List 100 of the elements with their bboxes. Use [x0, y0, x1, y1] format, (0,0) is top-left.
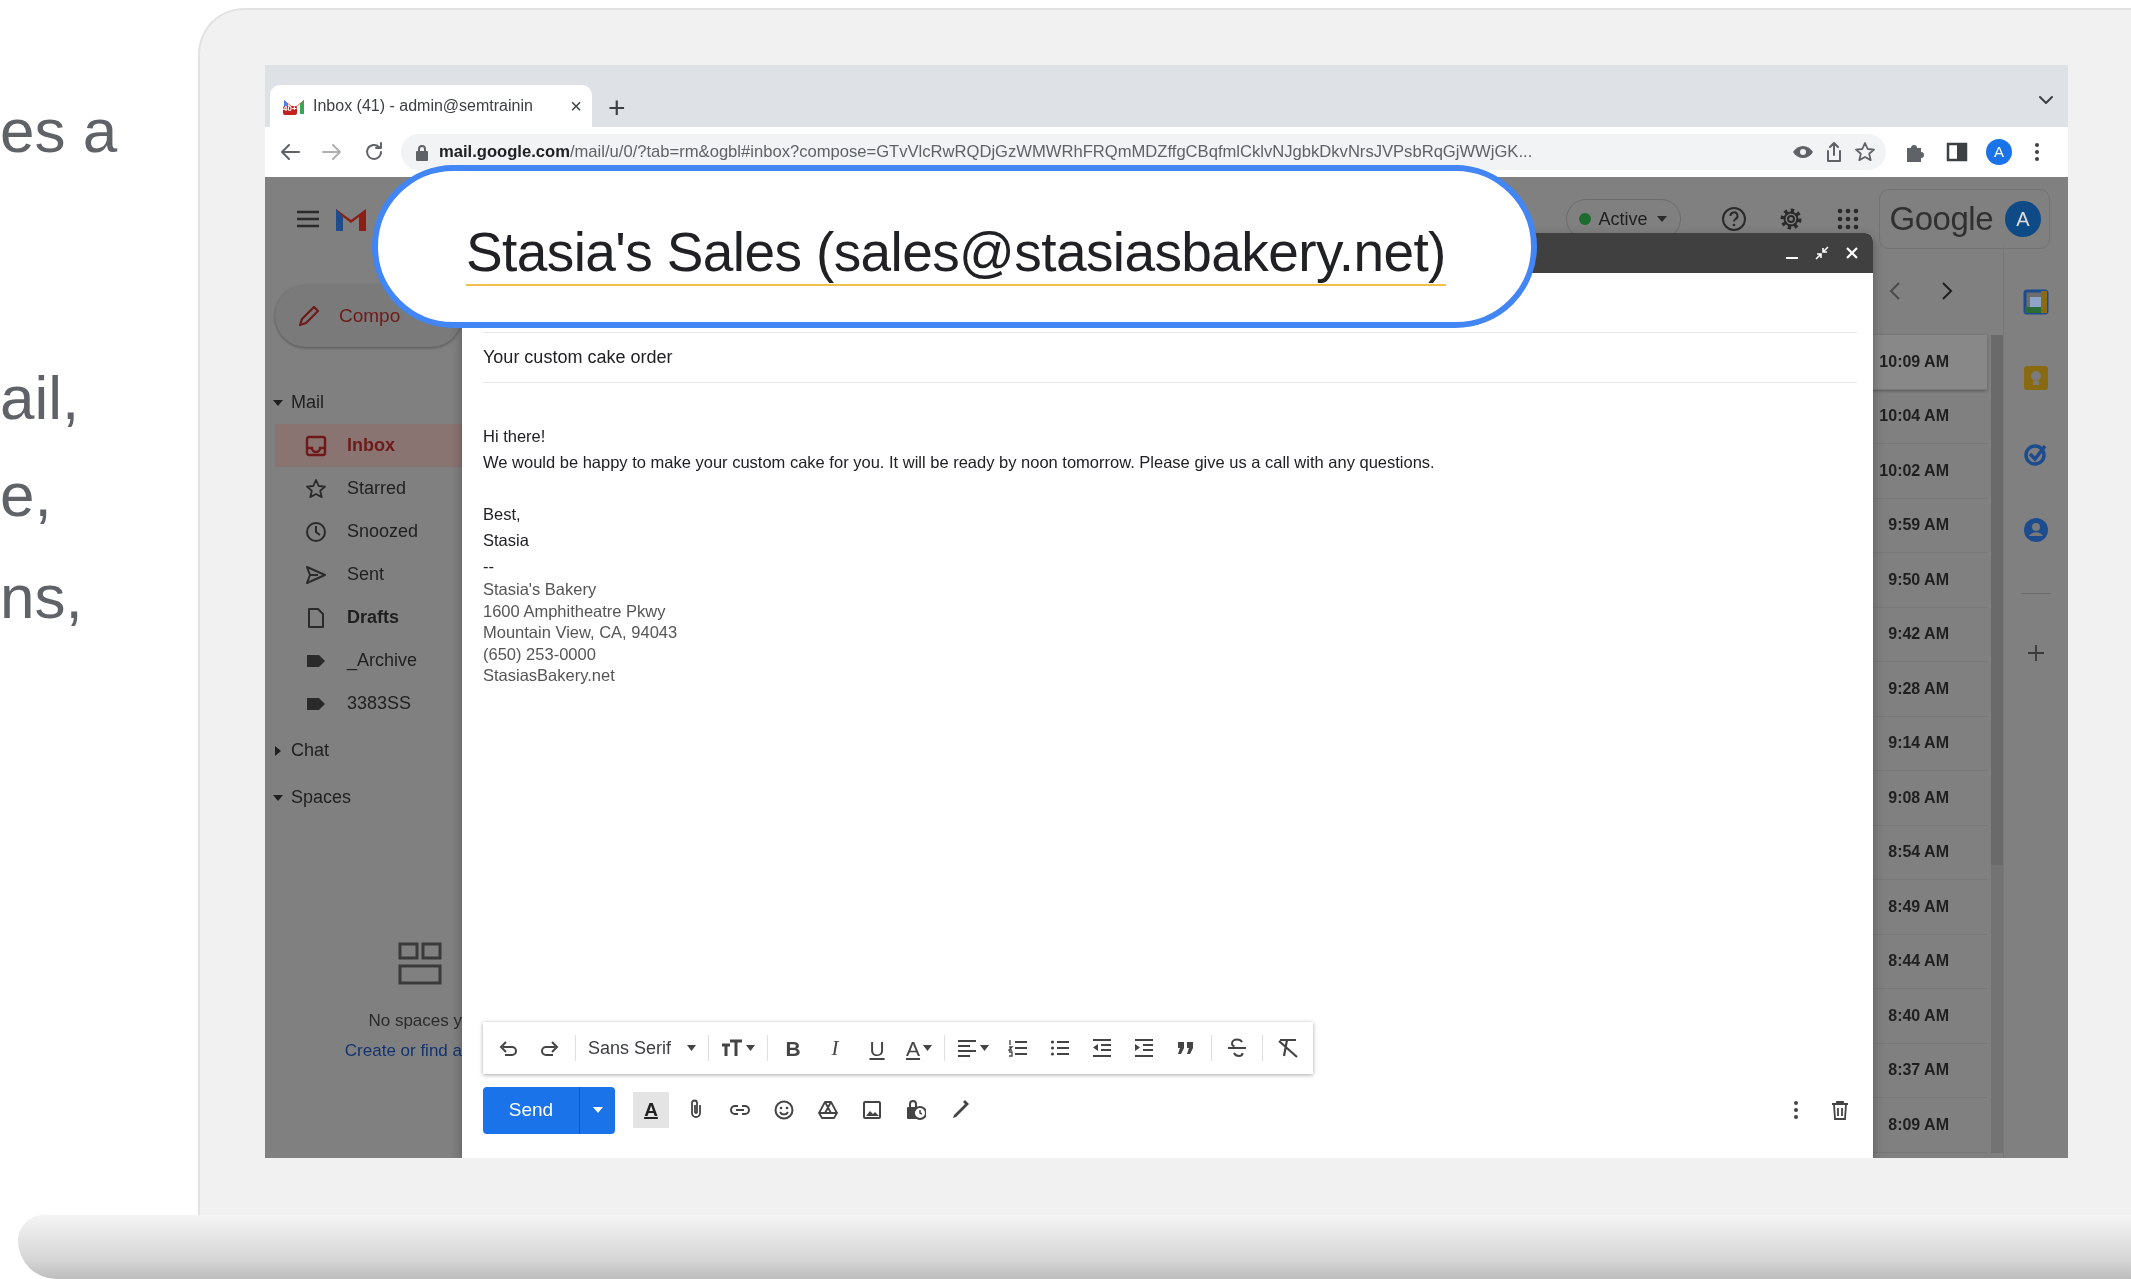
account-switcher[interactable]: Google A	[1878, 189, 2050, 249]
send-button[interactable]: Send	[483, 1086, 579, 1134]
indent-less-icon	[1092, 1039, 1113, 1057]
side-text: ns,	[0, 566, 83, 628]
signature-line: StasiasBakery.net	[483, 665, 616, 686]
status-dot	[1578, 213, 1591, 225]
drive-icon	[818, 1099, 838, 1121]
mail-icon	[283, 97, 305, 115]
inbox-icon	[305, 434, 327, 457]
help-icon[interactable]	[1720, 206, 1747, 232]
caret-icon	[592, 1107, 603, 1113]
next-page-icon[interactable]	[1941, 281, 1953, 301]
text-color-button[interactable]: A	[902, 1030, 937, 1066]
sidebar-item[interactable]: Snoozed	[275, 510, 462, 553]
clock-icon	[305, 520, 327, 543]
profile-avatar[interactable]: A	[1986, 139, 2012, 165]
align-icon	[957, 1039, 978, 1057]
chevron-down-icon[interactable]	[2038, 95, 2054, 105]
sidebar-item[interactable]: Sent	[275, 553, 462, 596]
check-circle-icon[interactable]	[2023, 441, 2049, 467]
body-text: Stasia	[483, 530, 530, 551]
account-avatar[interactable]: A	[2005, 201, 2041, 237]
text-size-icon	[721, 1039, 744, 1057]
sender-address: Stasia's Sales (sales@stasiasbakery.net)	[466, 220, 1446, 287]
signature-line: (650) 253-0000	[483, 643, 597, 665]
signature-line: Mountain View, CA, 94043	[483, 622, 679, 643]
clear-formatting-icon	[1277, 1038, 1300, 1058]
undo-icon	[498, 1039, 518, 1057]
caret-down-icon	[273, 397, 283, 408]
bold-button[interactable]: B	[776, 1030, 811, 1066]
tab-title: Inbox (41) - admin@semtrainin	[313, 96, 534, 116]
formatting-options-button[interactable]: A	[633, 1092, 669, 1128]
bulleted-list-icon	[1050, 1039, 1071, 1057]
caret-icon	[1655, 215, 1668, 223]
caret-down-icon	[273, 792, 283, 803]
signature-separator: --	[483, 556, 495, 577]
image-icon	[862, 1099, 882, 1121]
lock-icon	[415, 143, 429, 161]
redo-icon	[540, 1039, 560, 1057]
status-label: Active	[1598, 207, 1648, 231]
url-text: mail.google.com/mail/u/0/?tab=rm&ogbl#inbox?compose=GTvVlcRwRQDjGzWMWRhFRQmMDZffgCBqfmlCklvNJgbkDkvNrsJVPsbRqGjWWjGK...	[439, 140, 1534, 163]
more-options-icon	[1793, 1100, 1799, 1120]
eye-icon[interactable]	[1792, 144, 1814, 160]
star-icon[interactable]	[1854, 141, 1876, 163]
close-icon[interactable]	[1845, 246, 1859, 260]
side-text: ail,	[0, 367, 80, 429]
subject-field[interactable]: Your custom cake order	[483, 333, 1857, 383]
indent-more-icon	[1134, 1039, 1155, 1057]
sidebar-item[interactable]: Inbox	[275, 424, 462, 467]
spaces-icon	[398, 942, 442, 986]
trash-icon	[1831, 1100, 1849, 1120]
signature-line: Stasia's Bakery	[483, 579, 598, 600]
caret-right-icon	[273, 745, 283, 756]
caret-icon	[923, 1045, 933, 1051]
browser-tab[interactable]: 40+ Inbox (41) - admin@semtrainin ×	[270, 85, 592, 127]
star-icon	[305, 477, 327, 500]
back-arrow-icon[interactable]	[279, 141, 301, 163]
menu-icon[interactable]	[296, 210, 320, 228]
side-panel-icon[interactable]	[1946, 142, 1968, 162]
numbered-list-icon	[1008, 1039, 1029, 1057]
document-icon	[305, 606, 327, 629]
caret-icon	[980, 1045, 990, 1051]
create-space-link[interactable]: Create or find a	[344, 1037, 462, 1063]
body-text: We would be happy to make your custom cake for you. It will be ready by noon tomorrow. Please give us a call with any questions.	[483, 452, 1436, 473]
new-tab-button[interactable]: +	[608, 93, 626, 123]
exit-fullscreen-icon[interactable]	[1815, 246, 1829, 260]
tab-close-button[interactable]: ×	[570, 96, 582, 116]
caret-icon	[687, 1045, 697, 1051]
share-icon[interactable]	[1824, 141, 1844, 163]
pencil-icon	[297, 304, 321, 328]
calendar-icon[interactable]	[2023, 289, 2049, 315]
address-bar[interactable]: mail.google.com/mail/u/0/?tab=rm&ogbl#inbox?compose=GTvVlcRwRQDjGzWMWRhFRQmMDZffgCBqfmlCklvNJgbkDkvNrsJVPsbRqGjWWjGK...	[401, 134, 1886, 170]
sidebar-item[interactable]: Drafts	[275, 596, 462, 639]
google-logo: Google	[1889, 199, 1993, 240]
font-dropdown[interactable]: Sans Serif	[584, 1030, 701, 1066]
body-text: Hi there!	[483, 426, 547, 447]
empty-spaces-text: No spaces y	[368, 1010, 462, 1032]
side-text: e,	[0, 464, 52, 526]
signature-line: 1600 Amphitheatre Pkwy	[483, 600, 667, 622]
emoji-icon	[774, 1099, 794, 1121]
side-text: es a	[0, 100, 118, 162]
apps-grid-icon[interactable]	[1836, 208, 1859, 230]
italic-button[interactable]: I	[818, 1030, 853, 1066]
sidebar-item[interactable]: _Archive	[275, 639, 462, 682]
caret-icon	[746, 1045, 756, 1051]
sidebar-item[interactable]: 3383SS	[275, 682, 462, 725]
more-options-icon[interactable]	[2034, 142, 2040, 162]
strikethrough-icon	[1227, 1038, 1248, 1058]
sidebar-section[interactable]: Spaces	[265, 776, 462, 819]
sidebar-section[interactable]: Mail	[265, 381, 462, 424]
lock-clock-icon	[906, 1099, 926, 1121]
sidebar-section[interactable]: Chat	[265, 729, 462, 772]
send-icon	[305, 563, 327, 586]
body-text: Best,	[483, 504, 522, 525]
pen-icon	[950, 1099, 970, 1121]
plus-icon[interactable]	[2027, 644, 2045, 662]
underline-button[interactable]: U	[860, 1030, 895, 1066]
send-options-button[interactable]	[579, 1086, 615, 1134]
reload-icon[interactable]	[363, 141, 385, 163]
sidebar-item[interactable]: Starred	[275, 467, 462, 510]
